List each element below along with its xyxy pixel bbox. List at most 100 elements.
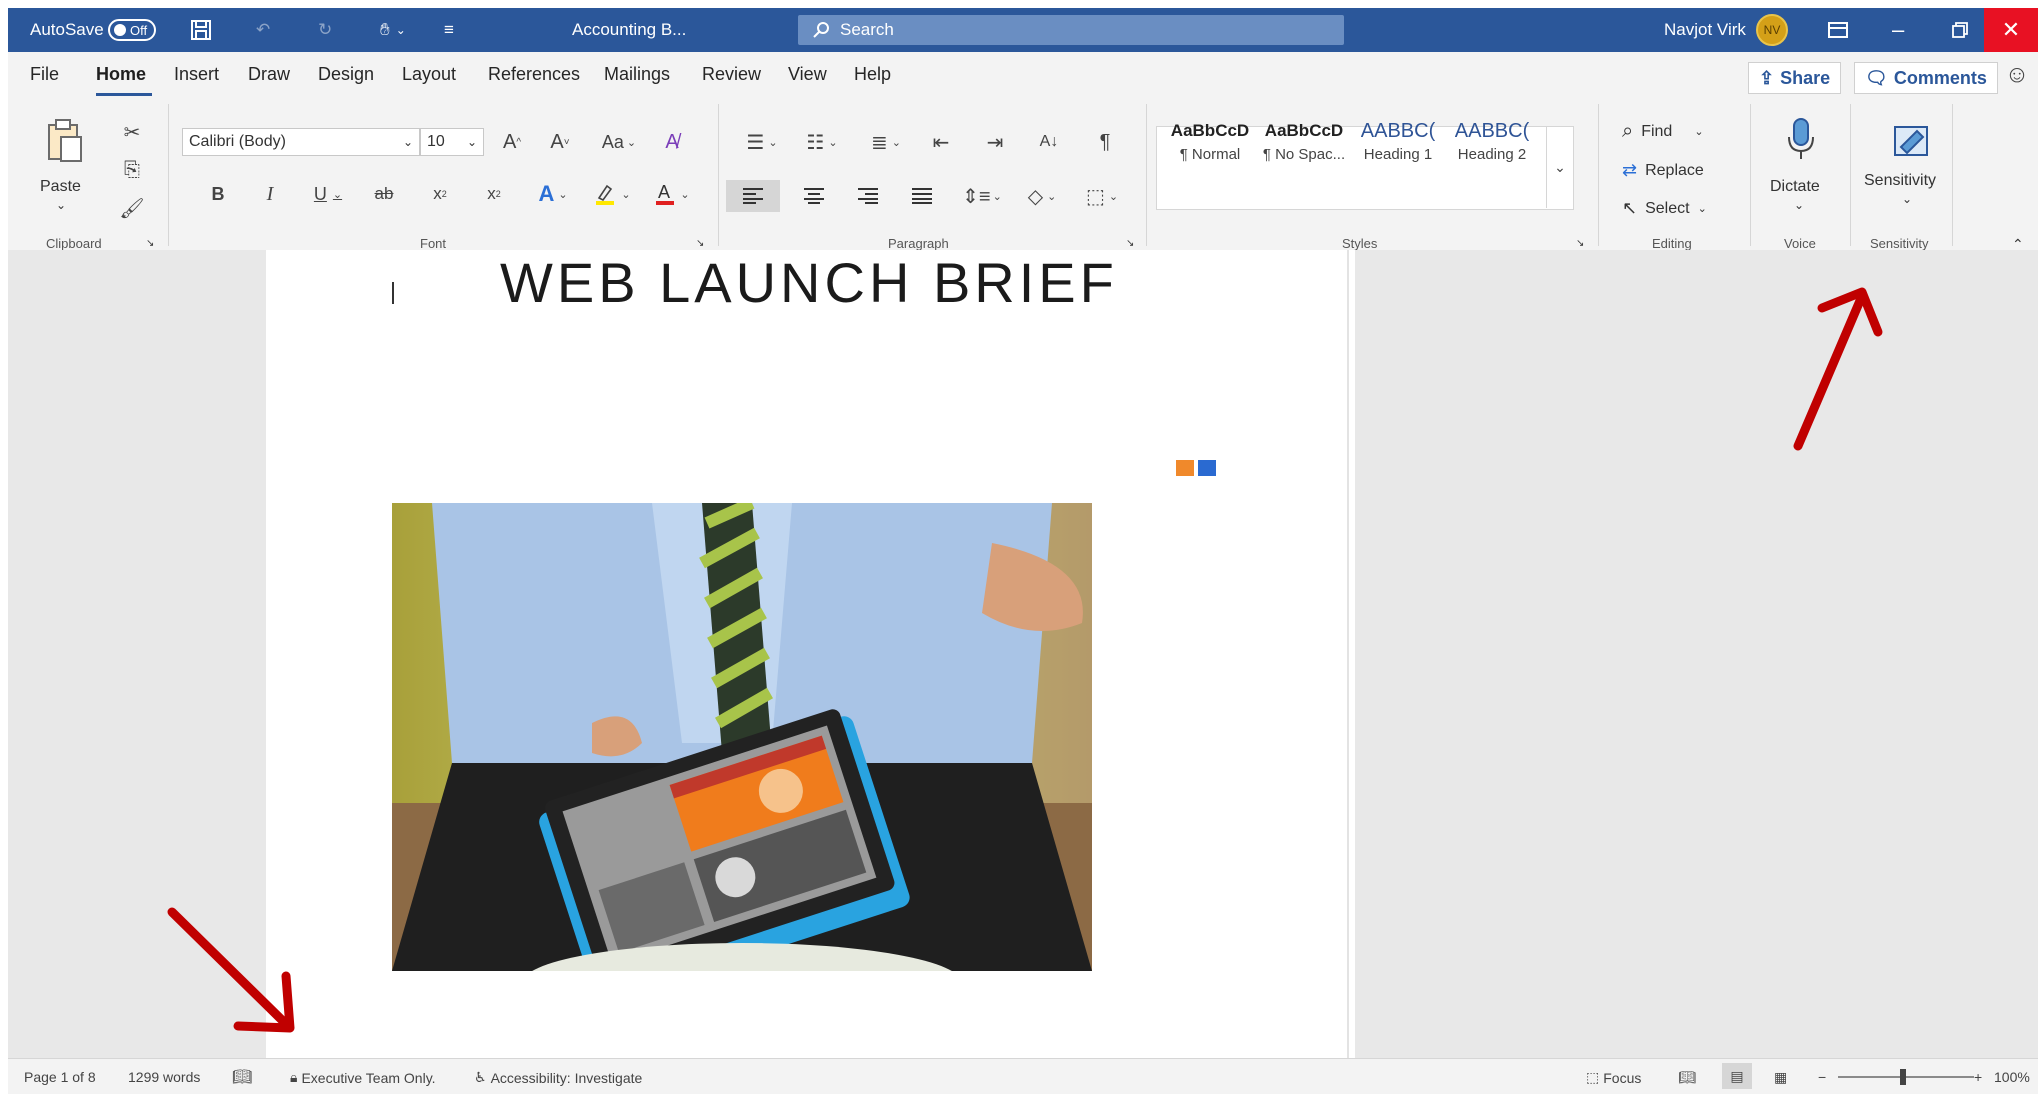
paste-dropdown-icon[interactable]: ⌄ <box>56 198 66 212</box>
tab-draw[interactable]: Draw <box>248 64 290 85</box>
text-effects-icon[interactable]: A ⌄ <box>532 180 574 208</box>
tab-view[interactable]: View <box>788 64 827 85</box>
select-label: Select <box>1645 199 1690 217</box>
line-spacing-icon[interactable]: ⇕≡ ⌄ <box>958 180 1006 212</box>
sensitivity-icon[interactable] <box>1888 116 1934 162</box>
group-separator <box>718 104 719 246</box>
style-heading-1[interactable]: AABBC( Heading 1 <box>1354 116 1442 178</box>
autosave-toggle[interactable]: Off <box>108 19 156 41</box>
copy-icon[interactable]: ⎘ <box>118 156 146 184</box>
tab-home[interactable]: Home <box>96 64 146 85</box>
close-button[interactable]: ✕ <box>1984 8 2038 52</box>
sensitivity-dropdown-icon[interactable]: ⌄ <box>1902 192 1912 206</box>
document-page[interactable]: WEB LAUNCH BRIEF <box>266 250 1355 1058</box>
web-layout-icon[interactable]: ▦ <box>1774 1069 1787 1086</box>
minimize-icon[interactable]: – <box>1892 8 1904 52</box>
tab-layout[interactable]: Layout <box>402 64 456 85</box>
tab-design[interactable]: Design <box>318 64 374 85</box>
subscript-icon[interactable]: x2 <box>426 180 454 208</box>
search-icon: ⌕ <box>1622 120 1634 142</box>
strikethrough-icon[interactable]: ab <box>370 180 398 208</box>
italic-icon[interactable]: I <box>256 180 284 208</box>
zoom-out-icon[interactable]: − <box>1818 1069 1826 1085</box>
multilevel-list-icon[interactable]: ≣ ⌄ <box>862 128 910 156</box>
share-button[interactable]: ⇪ Share <box>1748 62 1842 94</box>
search-icon <box>813 22 829 38</box>
customize-qat-icon[interactable]: ≡ <box>444 8 454 52</box>
sensitivity-status[interactable]: 🔒︎ Executive Team Only. <box>290 1069 436 1086</box>
justify-icon[interactable] <box>906 180 938 212</box>
replace-button[interactable]: ⇄ Replace <box>1622 160 1704 181</box>
restore-icon[interactable] <box>1952 8 1968 52</box>
highlight-icon[interactable]: ⌄ <box>590 180 634 208</box>
tab-help[interactable]: Help <box>854 64 891 85</box>
tablet-photo[interactable] <box>392 503 1092 971</box>
underline-icon[interactable]: U ⌄ <box>308 180 348 208</box>
superscript-icon[interactable]: x2 <box>480 180 508 208</box>
dictate-dropdown-icon[interactable]: ⌄ <box>1794 198 1804 212</box>
undo-icon[interactable]: ↶ <box>256 8 270 52</box>
toggle-knob-icon <box>114 24 126 36</box>
tab-review[interactable]: Review <box>702 64 761 85</box>
cursor-arrow-icon: ↖ <box>1622 198 1638 218</box>
shrink-font-icon[interactable]: A ˅ <box>546 128 574 156</box>
format-painter-icon[interactable]: 🖌︎ <box>118 194 146 222</box>
focus-button[interactable]: ⬚ Focus <box>1586 1069 1641 1086</box>
font-color-icon[interactable]: A ⌄ <box>650 180 694 208</box>
shading-icon[interactable]: ◇ ⌄ <box>1018 180 1066 212</box>
borders-icon[interactable]: ⬚ ⌄ <box>1078 180 1126 212</box>
font-size-combo[interactable]: 10 ⌄ <box>420 128 484 156</box>
style-normal[interactable]: AaBbCcD ¶ Normal <box>1166 116 1254 178</box>
comments-button[interactable]: 🗨︎ Comments <box>1854 62 1998 94</box>
grow-font-icon[interactable]: A ^ <box>498 128 526 156</box>
font-launcher-icon[interactable]: ↘ <box>696 238 704 249</box>
style-no-spacing[interactable]: AaBbCcD ¶ No Spac... <box>1260 116 1348 178</box>
zoom-slider[interactable] <box>1838 1076 1974 1078</box>
align-left-icon[interactable] <box>726 180 780 212</box>
page-count[interactable]: Page 1 of 8 <box>24 1069 96 1085</box>
bullets-icon[interactable]: ☰ ⌄ <box>738 128 786 156</box>
document-title: Accounting B... <box>572 20 687 39</box>
search-box[interactable]: Search <box>798 15 1344 45</box>
align-right-icon[interactable] <box>852 180 884 212</box>
proofing-icon[interactable]: 📖︎ <box>232 1067 252 1087</box>
accessibility-status[interactable]: ♿︎ Accessibility: Investigate <box>474 1069 642 1086</box>
increase-indent-icon[interactable]: ⇥ <box>980 128 1010 156</box>
zoom-in-icon[interactable]: + <box>1974 1069 1982 1085</box>
tab-references[interactable]: References <box>488 64 580 85</box>
paragraph-launcher-icon[interactable]: ↘ <box>1126 238 1134 249</box>
align-center-icon[interactable] <box>798 180 830 212</box>
style-heading-2[interactable]: AABBC( Heading 2 <box>1448 116 1536 178</box>
font-name-combo[interactable]: Calibri (Body) ⌄ <box>182 128 420 156</box>
ribbon-display-options-icon[interactable] <box>1828 8 1848 52</box>
numbering-icon[interactable]: ☷ ⌄ <box>798 128 846 156</box>
styles-more-icon[interactable]: ⌄ <box>1546 126 1573 208</box>
read-mode-icon[interactable]: 📖︎ <box>1678 1069 1696 1086</box>
avatar[interactable]: NV <box>1756 14 1788 46</box>
styles-launcher-icon[interactable]: ↘ <box>1576 238 1584 249</box>
microphone-icon[interactable] <box>1778 116 1824 162</box>
document-title-text[interactable]: WEB LAUNCH BRIEF <box>500 250 1118 315</box>
tab-insert[interactable]: Insert <box>174 64 219 85</box>
show-formatting-marks-icon[interactable]: ¶ <box>1090 128 1120 156</box>
paste-icon[interactable] <box>38 116 90 164</box>
print-layout-icon[interactable]: ▤ <box>1722 1063 1752 1089</box>
tab-mailings[interactable]: Mailings <box>604 64 670 85</box>
find-button[interactable]: ⌕ Find ⌄ <box>1622 120 1704 143</box>
word-count[interactable]: 1299 words <box>128 1069 200 1085</box>
save-icon[interactable] <box>190 8 212 52</box>
zoom-slider-thumb[interactable] <box>1900 1069 1906 1085</box>
bold-icon[interactable]: B <box>204 180 232 208</box>
smiley-feedback-icon[interactable]: ☺︎ <box>2002 60 2032 90</box>
tab-file[interactable]: File <box>30 64 59 85</box>
redo-icon[interactable]: ↻ <box>318 8 332 52</box>
touch-mode-icon[interactable]: ✋︎ ⌄ <box>380 8 406 52</box>
select-button[interactable]: ↖ Select ⌄ <box>1622 198 1707 219</box>
sort-icon[interactable]: A↓ <box>1034 128 1064 156</box>
decrease-indent-icon[interactable]: ⇤ <box>926 128 956 156</box>
change-case-button[interactable]: Aa ⌄ <box>596 128 642 156</box>
clipboard-launcher-icon[interactable]: ↘ <box>146 238 154 249</box>
zoom-level[interactable]: 100% <box>1994 1069 2030 1085</box>
cut-icon[interactable]: ✂︎ <box>118 118 146 146</box>
clear-formatting-icon[interactable]: A̸ <box>658 128 686 156</box>
